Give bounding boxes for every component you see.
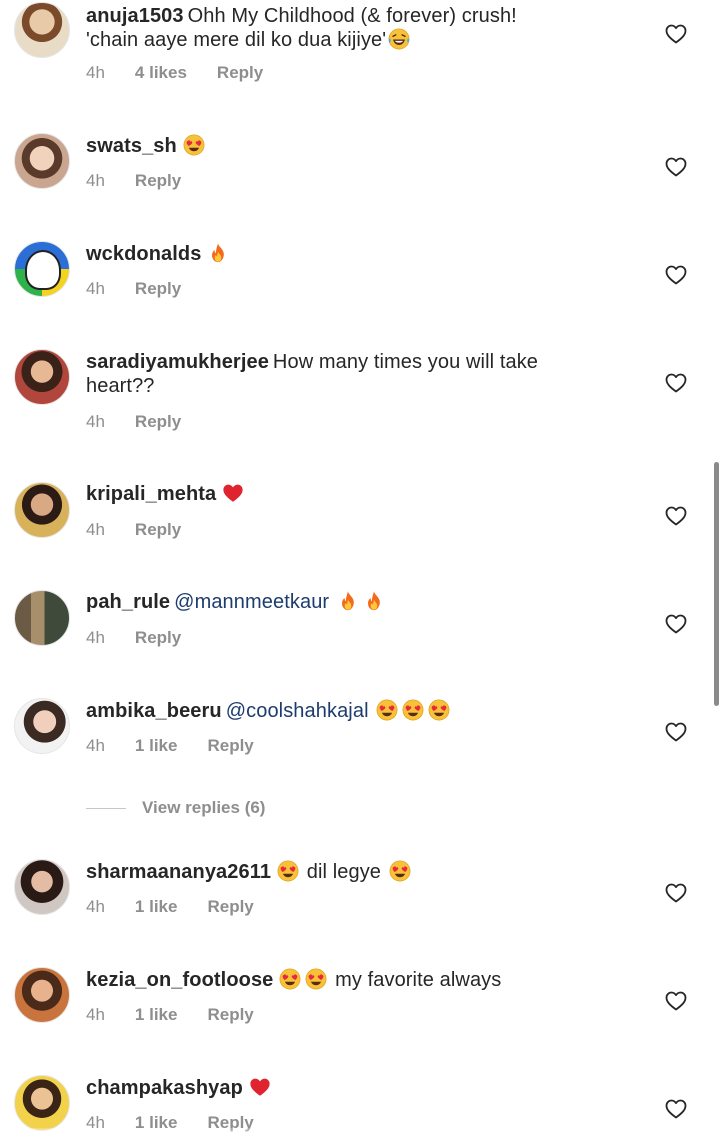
comment-time: 4h xyxy=(86,412,105,431)
heart-outline-icon[interactable] xyxy=(664,720,688,744)
comment-body: ambika_beeru @coolshahkajal xyxy=(86,699,646,723)
comment-meta: 4h 4 likes Reply xyxy=(86,62,293,84)
heart-outline-icon[interactable] xyxy=(664,1097,688,1121)
comment-time: 4h xyxy=(86,628,105,647)
comment-username[interactable]: sharmaananya2611 xyxy=(86,861,271,883)
comment-meta: 4h Reply xyxy=(86,170,211,192)
reply-button[interactable]: Reply xyxy=(217,63,263,82)
view-replies-label[interactable]: View replies (6) xyxy=(142,798,265,817)
heart-eyes-emoji-icon xyxy=(305,968,327,990)
reply-button[interactable]: Reply xyxy=(135,171,181,190)
likes-count[interactable]: 1 like xyxy=(135,736,178,755)
comment-time: 4h xyxy=(86,171,105,190)
heart-eyes-emoji-icon xyxy=(402,699,424,721)
bottom-fade xyxy=(0,1128,725,1141)
heart-outline-icon[interactable] xyxy=(664,989,688,1013)
heart-outline-icon[interactable] xyxy=(664,22,688,46)
avatar[interactable] xyxy=(14,241,70,297)
red-heart-emoji-icon xyxy=(222,482,244,504)
comment-text: my favorite always xyxy=(335,969,502,991)
heart-eyes-emoji-icon xyxy=(277,860,299,882)
comment-meta: 4h Reply xyxy=(86,411,211,433)
heart-outline-icon[interactable] xyxy=(664,881,688,905)
reply-button[interactable]: Reply xyxy=(207,897,253,916)
fire-emoji-icon xyxy=(337,590,359,612)
comment-body: kripali_mehta xyxy=(86,482,646,506)
avatar[interactable] xyxy=(14,349,70,405)
comment-username[interactable]: saradiyamukherjee xyxy=(86,351,269,373)
avatar[interactable] xyxy=(14,2,70,58)
comment-body: anuja1503 Ohh My Childhood (& forever) cr… xyxy=(86,4,646,52)
likes-count[interactable]: 1 like xyxy=(135,1005,178,1024)
mention-link[interactable]: @mannmeetkaur xyxy=(174,591,329,613)
heart-eyes-emoji-icon xyxy=(389,860,411,882)
reply-button[interactable]: Reply xyxy=(207,1005,253,1024)
heart-eyes-emoji-icon xyxy=(428,699,450,721)
comment-body: sharmaananya2611 dil legye xyxy=(86,860,646,884)
comment-body: swats_sh xyxy=(86,134,646,158)
comment-meta: 4h Reply xyxy=(86,627,211,649)
heart-outline-icon[interactable] xyxy=(664,371,688,395)
avatar[interactable] xyxy=(14,1075,70,1131)
comment-text: How many times you will take xyxy=(272,351,539,373)
likes-count[interactable]: 1 like xyxy=(135,897,178,916)
heart-outline-icon[interactable] xyxy=(664,263,688,287)
divider xyxy=(86,808,126,810)
comment-time: 4h xyxy=(86,520,105,539)
comment-username[interactable]: swats_sh xyxy=(86,135,177,157)
heart-outline-icon[interactable] xyxy=(664,504,688,528)
heart-outline-icon[interactable] xyxy=(664,155,688,179)
reply-button[interactable]: Reply xyxy=(135,628,181,647)
avatar[interactable] xyxy=(14,482,70,538)
comment-body: pah_rule @mannmeetkaur xyxy=(86,590,646,614)
avatar[interactable] xyxy=(14,133,70,189)
comment-time: 4h xyxy=(86,1005,105,1024)
comment-time: 4h xyxy=(86,63,105,82)
comment-text: dil legye xyxy=(306,861,382,883)
comment-meta: 4h 1 like Reply xyxy=(86,1004,284,1026)
fire-emoji-icon xyxy=(363,590,385,612)
comment-time: 4h xyxy=(86,736,105,755)
comment-body: kezia_on_footloose my favorite always xyxy=(86,968,646,992)
comment-username[interactable]: ambika_beeru xyxy=(86,700,222,722)
likes-count[interactable]: 4 likes xyxy=(135,63,187,82)
comment-username[interactable]: wckdonalds xyxy=(86,243,201,265)
mention-link[interactable]: @coolshahkajal xyxy=(226,700,369,722)
reply-button[interactable]: Reply xyxy=(207,736,253,755)
view-replies-button[interactable]: View replies (6) xyxy=(86,797,265,819)
comment-time: 4h xyxy=(86,897,105,916)
comment-username[interactable]: anuja1503 xyxy=(86,5,184,27)
comment-body: saradiyamukherjee How many times you will… xyxy=(86,350,646,398)
comment-body: wckdonalds xyxy=(86,242,646,266)
heart-eyes-emoji-icon xyxy=(279,968,301,990)
comment-meta: 4h 1 like Reply xyxy=(86,735,284,757)
comment-meta: 4h 1 like Reply xyxy=(86,896,284,918)
comment-username[interactable]: champakashyap xyxy=(86,1077,243,1099)
laughing-tears-emoji-icon xyxy=(388,28,410,50)
comment-username[interactable]: pah_rule xyxy=(86,591,170,613)
avatar[interactable] xyxy=(14,590,70,646)
avatar[interactable] xyxy=(14,698,70,754)
reply-button[interactable]: Reply xyxy=(135,520,181,539)
comment-text-line2: heart?? xyxy=(86,375,155,397)
avatar[interactable] xyxy=(14,967,70,1023)
reply-button[interactable]: Reply xyxy=(135,412,181,431)
reply-button[interactable]: Reply xyxy=(135,279,181,298)
comment-time: 4h xyxy=(86,279,105,298)
heart-eyes-emoji-icon xyxy=(376,699,398,721)
avatar[interactable] xyxy=(14,859,70,915)
heart-eyes-emoji-icon xyxy=(183,134,205,156)
red-heart-emoji-icon xyxy=(249,1076,271,1098)
scrollbar[interactable] xyxy=(714,462,719,706)
heart-outline-icon[interactable] xyxy=(664,612,688,636)
comment-body: champakashyap xyxy=(86,1076,646,1100)
fire-emoji-icon xyxy=(207,242,229,264)
comment-username[interactable]: kripali_mehta xyxy=(86,483,216,505)
comment-meta: 4h Reply xyxy=(86,519,211,541)
comment-meta: 4h Reply xyxy=(86,278,211,300)
comment-text-line2: 'chain aaye mere dil ko dua kijiye' xyxy=(86,29,387,51)
comment-username[interactable]: kezia_on_footloose xyxy=(86,969,273,991)
comment-text: Ohh My Childhood (& forever) crush! xyxy=(187,5,517,27)
